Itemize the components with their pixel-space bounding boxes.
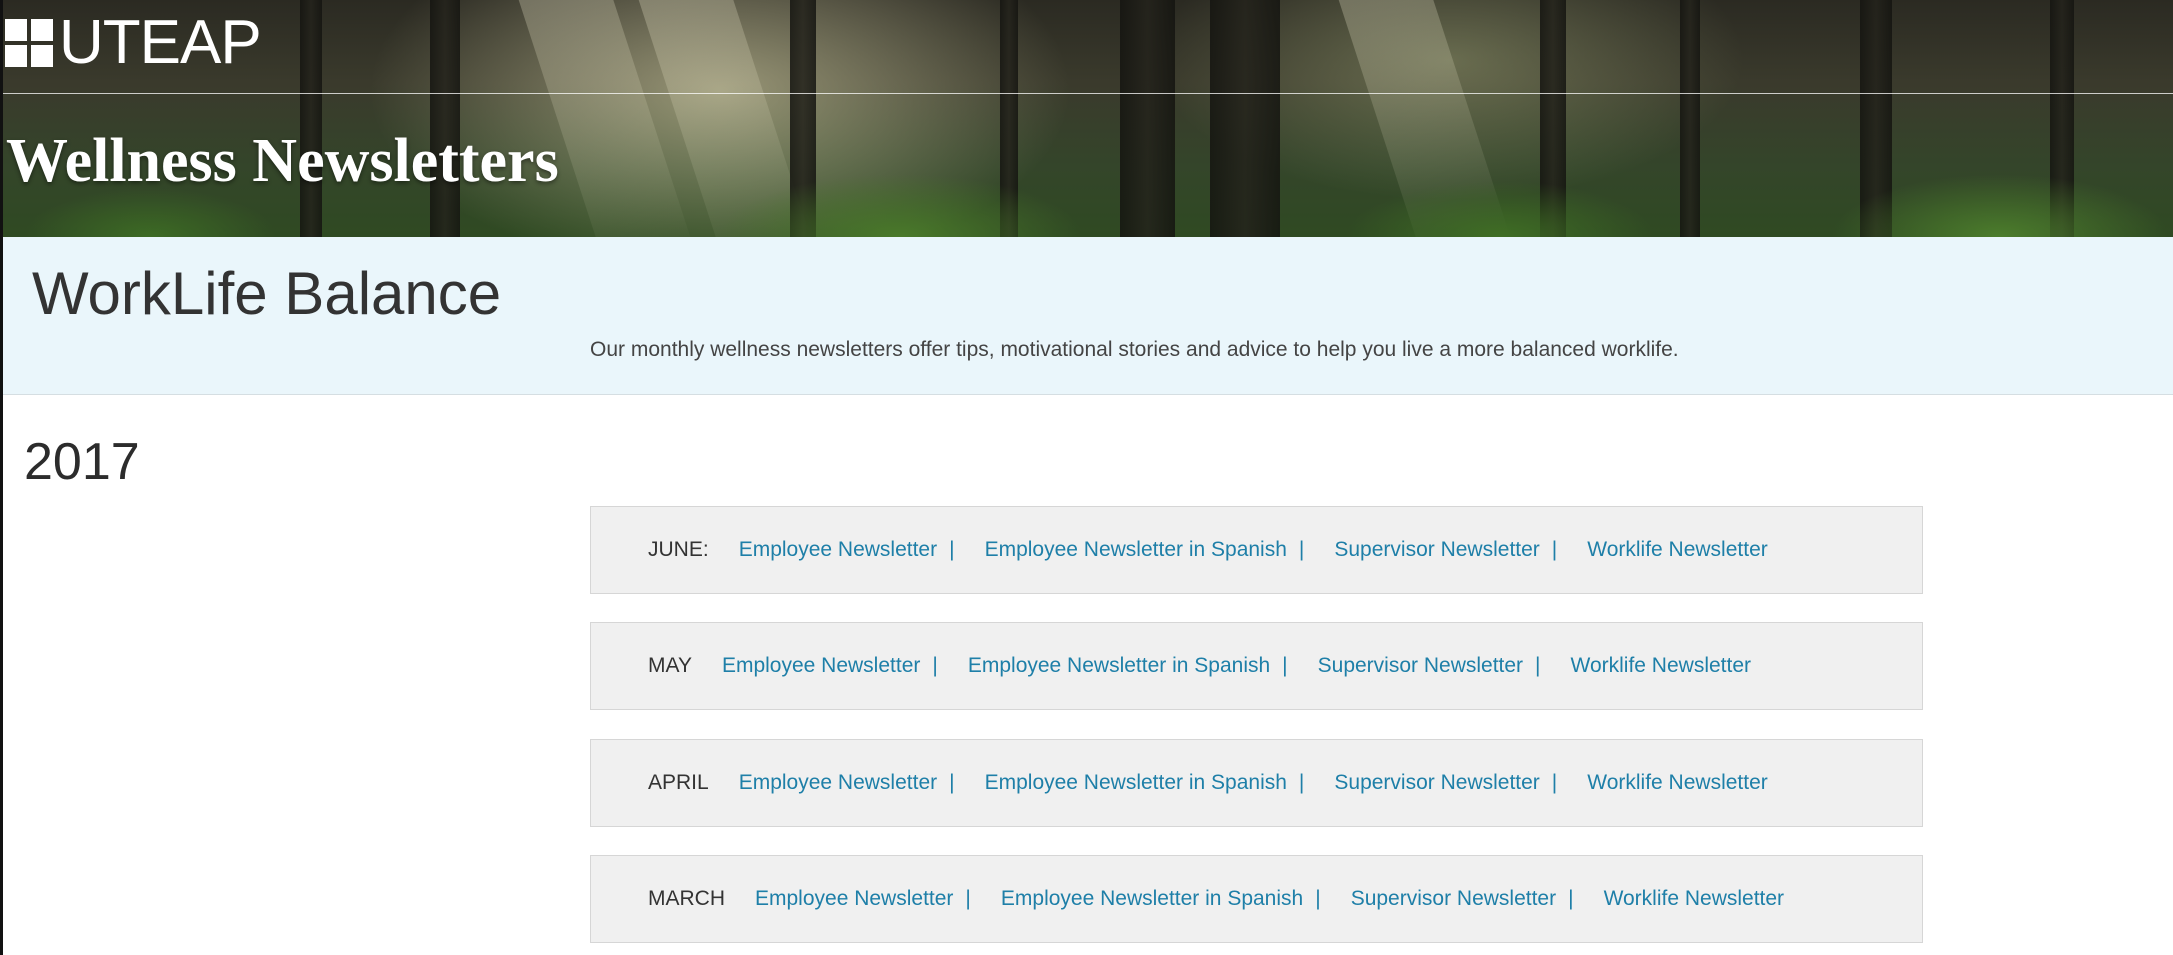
month-label: JUNE: xyxy=(648,538,709,561)
employee-newsletter-spanish-link[interactable]: Employee Newsletter in Spanish xyxy=(968,654,1270,678)
year-heading: 2017 xyxy=(24,433,140,491)
supervisor-newsletter-link[interactable]: Supervisor Newsletter xyxy=(1334,771,1539,795)
link-separator: | xyxy=(1568,887,1574,910)
month-row-april: APRIL Employee Newsletter | Employee New… xyxy=(590,739,1923,827)
header-banner: UTEAP Wellness Newsletters xyxy=(0,0,2173,237)
supervisor-newsletter-link[interactable]: Supervisor Newsletter xyxy=(1351,887,1556,911)
supervisor-newsletter-link[interactable]: Supervisor Newsletter xyxy=(1334,538,1539,562)
intro-section: WorkLife Balance Our monthly wellness ne… xyxy=(0,237,2173,395)
page-left-border xyxy=(0,0,3,955)
employee-newsletter-link[interactable]: Employee Newsletter xyxy=(739,538,937,562)
worklife-newsletter-link[interactable]: Worklife Newsletter xyxy=(1571,654,1752,678)
site-logo[interactable]: UTEAP xyxy=(5,8,262,77)
link-separator: | xyxy=(1551,771,1558,794)
employee-newsletter-link[interactable]: Employee Newsletter xyxy=(755,887,953,911)
link-separator: | xyxy=(949,538,955,561)
worklife-newsletter-link[interactable]: Worklife Newsletter xyxy=(1604,887,1785,911)
worklife-newsletter-link[interactable]: Worklife Newsletter xyxy=(1587,538,1768,562)
logo-text: UTEAP xyxy=(59,8,262,77)
link-separator: | xyxy=(965,887,971,910)
logo-grid-icon xyxy=(5,19,53,67)
link-separator: | xyxy=(949,771,955,794)
employee-newsletter-link[interactable]: Employee Newsletter xyxy=(722,654,920,678)
page-title: Wellness Newsletters xyxy=(6,127,559,195)
month-label: MARCH xyxy=(648,887,725,910)
employee-newsletter-link[interactable]: Employee Newsletter xyxy=(739,771,937,795)
worklife-newsletter-link[interactable]: Worklife Newsletter xyxy=(1587,771,1768,795)
month-row-march: MARCH Employee Newsletter | Employee New… xyxy=(590,855,1923,943)
month-row-may: MAY Employee Newsletter | Employee Newsl… xyxy=(590,622,1923,710)
employee-newsletter-spanish-link[interactable]: Employee Newsletter in Spanish xyxy=(985,771,1287,795)
link-separator: | xyxy=(1298,538,1305,561)
link-separator: | xyxy=(932,654,938,677)
link-separator: | xyxy=(1535,654,1541,677)
link-separator: | xyxy=(1315,887,1321,910)
month-label: MAY xyxy=(648,654,692,677)
banner-divider xyxy=(0,93,2173,94)
section-title: WorkLife Balance xyxy=(32,260,502,327)
section-description: Our monthly wellness newsletters offer t… xyxy=(590,338,1679,361)
employee-newsletter-spanish-link[interactable]: Employee Newsletter in Spanish xyxy=(1001,887,1303,911)
link-separator: | xyxy=(1298,771,1305,794)
month-label: APRIL xyxy=(648,771,709,794)
link-separator: | xyxy=(1551,538,1558,561)
link-separator: | xyxy=(1282,654,1288,677)
employee-newsletter-spanish-link[interactable]: Employee Newsletter in Spanish xyxy=(985,538,1287,562)
supervisor-newsletter-link[interactable]: Supervisor Newsletter xyxy=(1318,654,1523,678)
month-row-june: JUNE: Employee Newsletter | Employee New… xyxy=(590,506,1923,594)
